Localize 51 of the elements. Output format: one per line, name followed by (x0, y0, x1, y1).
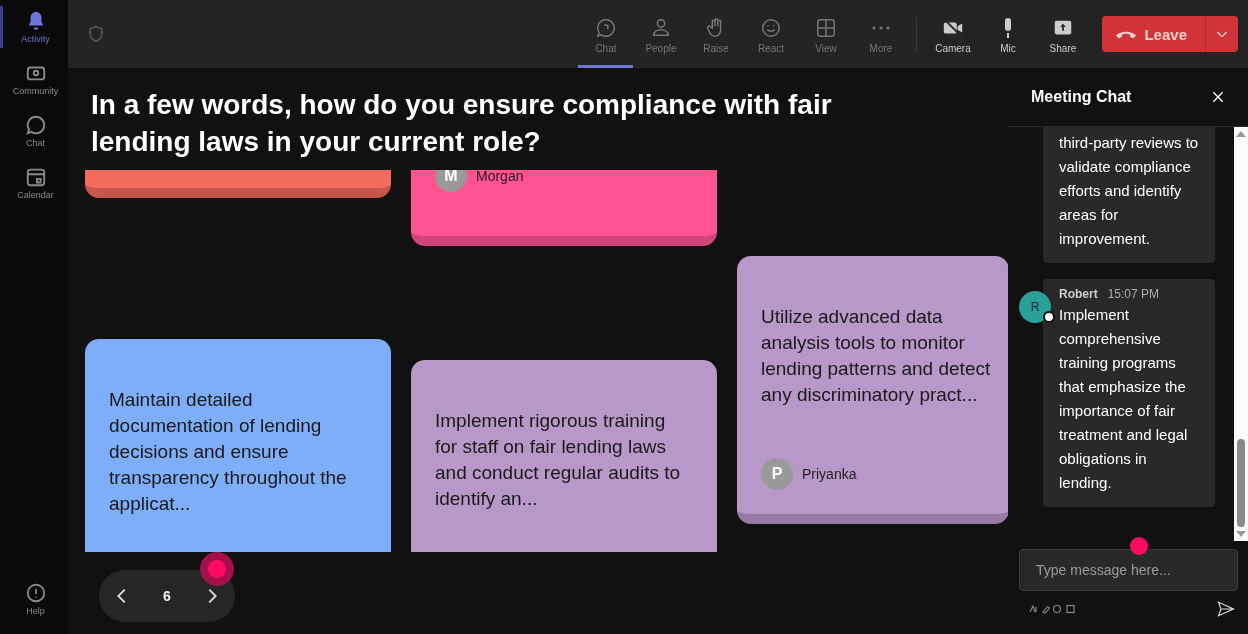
scrollbar[interactable] (1234, 127, 1248, 541)
help-icon (24, 582, 47, 604)
cursor-dot (1130, 537, 1148, 555)
avatar: M (435, 170, 467, 192)
author-name: Morgan (476, 170, 524, 184)
sticky-note[interactable]: Maintain detailed documentation of lending decisions and ensure transparency throughout the applicat... (85, 339, 391, 552)
chat-icon (594, 16, 617, 39)
sticky-note[interactable]: Implement rigorous training for staff on fair lending laws and conduct regular audits to identify an... (411, 360, 717, 552)
grid-icon (814, 16, 837, 39)
help-button[interactable]: Help (0, 578, 68, 620)
note-text: Maintain detailed documentation of lending decisions and ensure transparency throughout the applicat... (109, 388, 348, 516)
toolbar-button[interactable]: Chat (578, 0, 634, 68)
chat-icon (24, 114, 47, 136)
sticky-note[interactable]: M Morgan (411, 170, 717, 246)
avatar: P (761, 458, 793, 490)
more-icon (870, 24, 891, 31)
microphone-icon (1003, 16, 1012, 39)
sticky-note[interactable]: Utilize advanced data analysis tools to monitor lending patterns and detect any discriminatory pract... P Priyanka (737, 256, 1008, 524)
note-text: Implement rigorous training for staff on fair lending laws and conduct regular audits to identify an... (435, 409, 682, 511)
rail-item[interactable]: Community (0, 58, 68, 100)
note-text: Utilize advanced data analysis tools to monitor lending patterns and detect any discriminatory pract... (761, 305, 992, 407)
message-author: Robert (1059, 287, 1098, 301)
rail-item[interactable]: Chat (0, 110, 68, 152)
smiley-icon (759, 16, 782, 39)
rail-item[interactable]: Calendar (0, 162, 68, 204)
message-text: Implement comprehensive training programs that emphasize the importance of fair treatment and legal obligations in lending. (1059, 305, 1189, 493)
toolbar-button[interactable]: React (743, 0, 799, 68)
question-title: In a few words, how do you ensure compliance with fair lending laws in your current role? (91, 88, 833, 159)
close-button[interactable] (1210, 89, 1226, 105)
close-icon (1210, 89, 1226, 105)
send-icon (1216, 599, 1236, 619)
author-name: Priyanka (802, 466, 857, 482)
calendar-icon (24, 166, 47, 188)
toolbar-button[interactable]: People (633, 0, 689, 68)
chat-title: Meeting Chat (1031, 88, 1132, 106)
shield-icon (86, 24, 106, 44)
status-dot (1043, 311, 1055, 323)
toolbar-button[interactable]: Camera (925, 0, 981, 68)
toolbar-button[interactable]: Mic (980, 0, 1036, 68)
page-number: 6 (163, 588, 171, 604)
leave-button[interactable]: Leave (1102, 16, 1238, 52)
toolbar-button[interactable]: More (853, 0, 909, 68)
message-input[interactable]: Type message here... (1019, 549, 1238, 591)
toolbar-button[interactable]: Share (1035, 0, 1091, 68)
message-time: 15:07 PM (1107, 287, 1160, 301)
toolbar-button[interactable]: Raise (688, 0, 744, 68)
send-button[interactable] (1216, 599, 1236, 619)
toolbar-button[interactable]: View (798, 0, 854, 68)
formatting-icons[interactable] (1029, 604, 1077, 614)
phone-icon (1116, 29, 1137, 39)
message-text: third-party reviews to validate compliance efforts and identify areas for improvement. (1059, 133, 1200, 249)
